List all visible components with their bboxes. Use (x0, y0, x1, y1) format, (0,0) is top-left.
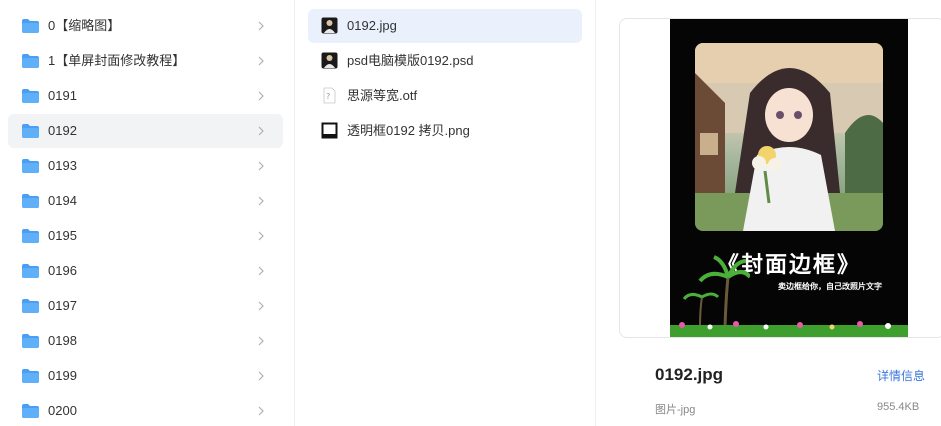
details-link[interactable]: 详情信息 (877, 367, 925, 384)
illustration-girl-with-flowers (695, 43, 883, 231)
folder-icon (22, 299, 39, 313)
folder-icon (22, 369, 39, 383)
folder-label: 1【单屏封面修改教程】 (48, 53, 186, 68)
folder-item[interactable]: 0199 (8, 359, 283, 393)
svg-text:?: ? (326, 92, 330, 101)
folder-list-pane: 0【缩略图】 1【单屏封面修改教程】 0191 0192 0193 0194 0… (0, 0, 295, 426)
file-item-selected[interactable]: 0192.jpg (308, 9, 582, 43)
folder-item[interactable]: 0200 (8, 394, 283, 426)
preview-file-size: 955.4KB (877, 401, 920, 413)
file-list-pane: 0192.jpg psd电脑模版0192.psd ? 思源等宽.otf 透明框0… (296, 0, 596, 426)
folder-label: 0191 (48, 88, 77, 103)
folder-icon (22, 19, 39, 33)
poster-image: 《封面边框》 卖边框给你，自己改照片文字 (670, 19, 908, 337)
chevron-right-icon (258, 406, 264, 416)
folder-label: 0195 (48, 228, 77, 243)
file-item[interactable]: psd电脑模版0192.psd (308, 44, 582, 78)
folder-item[interactable]: 0【缩略图】 (8, 9, 283, 43)
chevron-right-icon (258, 371, 264, 381)
folder-label: 0198 (48, 333, 77, 348)
folder-item[interactable]: 0197 (8, 289, 283, 323)
preview-pane: 《封面边框》 卖边框给你，自己改照片文字 0192.jpg 详情信息 图片-jp… (597, 0, 941, 426)
chevron-right-icon (258, 196, 264, 206)
psd-file-icon (321, 52, 338, 69)
folder-icon (22, 264, 39, 278)
folder-icon (22, 159, 39, 173)
chevron-right-icon (258, 91, 264, 101)
file-item[interactable]: ? 思源等宽.otf (308, 79, 582, 113)
folder-item[interactable]: 0191 (8, 79, 283, 113)
file-item[interactable]: 透明框0192 拷贝.png (308, 114, 582, 148)
font-file-icon: ? (323, 87, 336, 104)
poster-subtitle: 卖边框给你，自己改照片文字 (778, 282, 882, 291)
preview-file-type: 图片-jpg (655, 404, 696, 416)
chevron-right-icon (258, 266, 264, 276)
chevron-right-icon (258, 56, 264, 66)
folder-icon (22, 229, 39, 243)
image-file-icon (321, 17, 338, 34)
png-file-icon (321, 122, 338, 139)
folder-label: 0192 (48, 123, 77, 138)
chevron-right-icon (258, 336, 264, 346)
file-label: 思源等宽.otf (347, 88, 418, 103)
folder-icon (22, 334, 39, 348)
folder-label: 0196 (48, 263, 77, 278)
file-label: 透明框0192 拷贝.png (347, 123, 470, 138)
folder-item[interactable]: 0198 (8, 324, 283, 358)
folder-icon (22, 124, 39, 138)
chevron-right-icon (258, 161, 264, 171)
folder-icon (22, 194, 39, 208)
folder-item[interactable]: 0194 (8, 184, 283, 218)
chevron-right-icon (258, 231, 264, 241)
folder-label: 0【缩略图】 (48, 18, 121, 33)
folder-item[interactable]: 1【单屏封面修改教程】 (8, 44, 283, 78)
chevron-right-icon (258, 21, 264, 31)
file-label: 0192.jpg (347, 18, 397, 33)
preview-file-name: 0192.jpg (655, 365, 724, 384)
folder-item-selected[interactable]: 0192 (8, 114, 283, 148)
preview-thumbnail[interactable]: 《封面边框》 卖边框给你，自己改照片文字 (619, 18, 941, 338)
folder-icon (22, 54, 39, 68)
chevron-right-icon (258, 301, 264, 311)
file-label: psd电脑模版0192.psd (347, 53, 474, 68)
folder-label: 0193 (48, 158, 77, 173)
chevron-right-icon (258, 126, 264, 136)
folder-item[interactable]: 0195 (8, 219, 283, 253)
folder-label: 0200 (48, 403, 77, 418)
folder-icon (22, 89, 39, 103)
folder-icon (22, 404, 39, 418)
folder-item[interactable]: 0193 (8, 149, 283, 183)
flower-grass-border (670, 321, 908, 337)
folder-label: 0194 (48, 193, 77, 208)
poster-photo (695, 43, 883, 231)
folder-item[interactable]: 0196 (8, 254, 283, 288)
folder-label: 0197 (48, 298, 77, 313)
folder-label: 0199 (48, 368, 77, 383)
